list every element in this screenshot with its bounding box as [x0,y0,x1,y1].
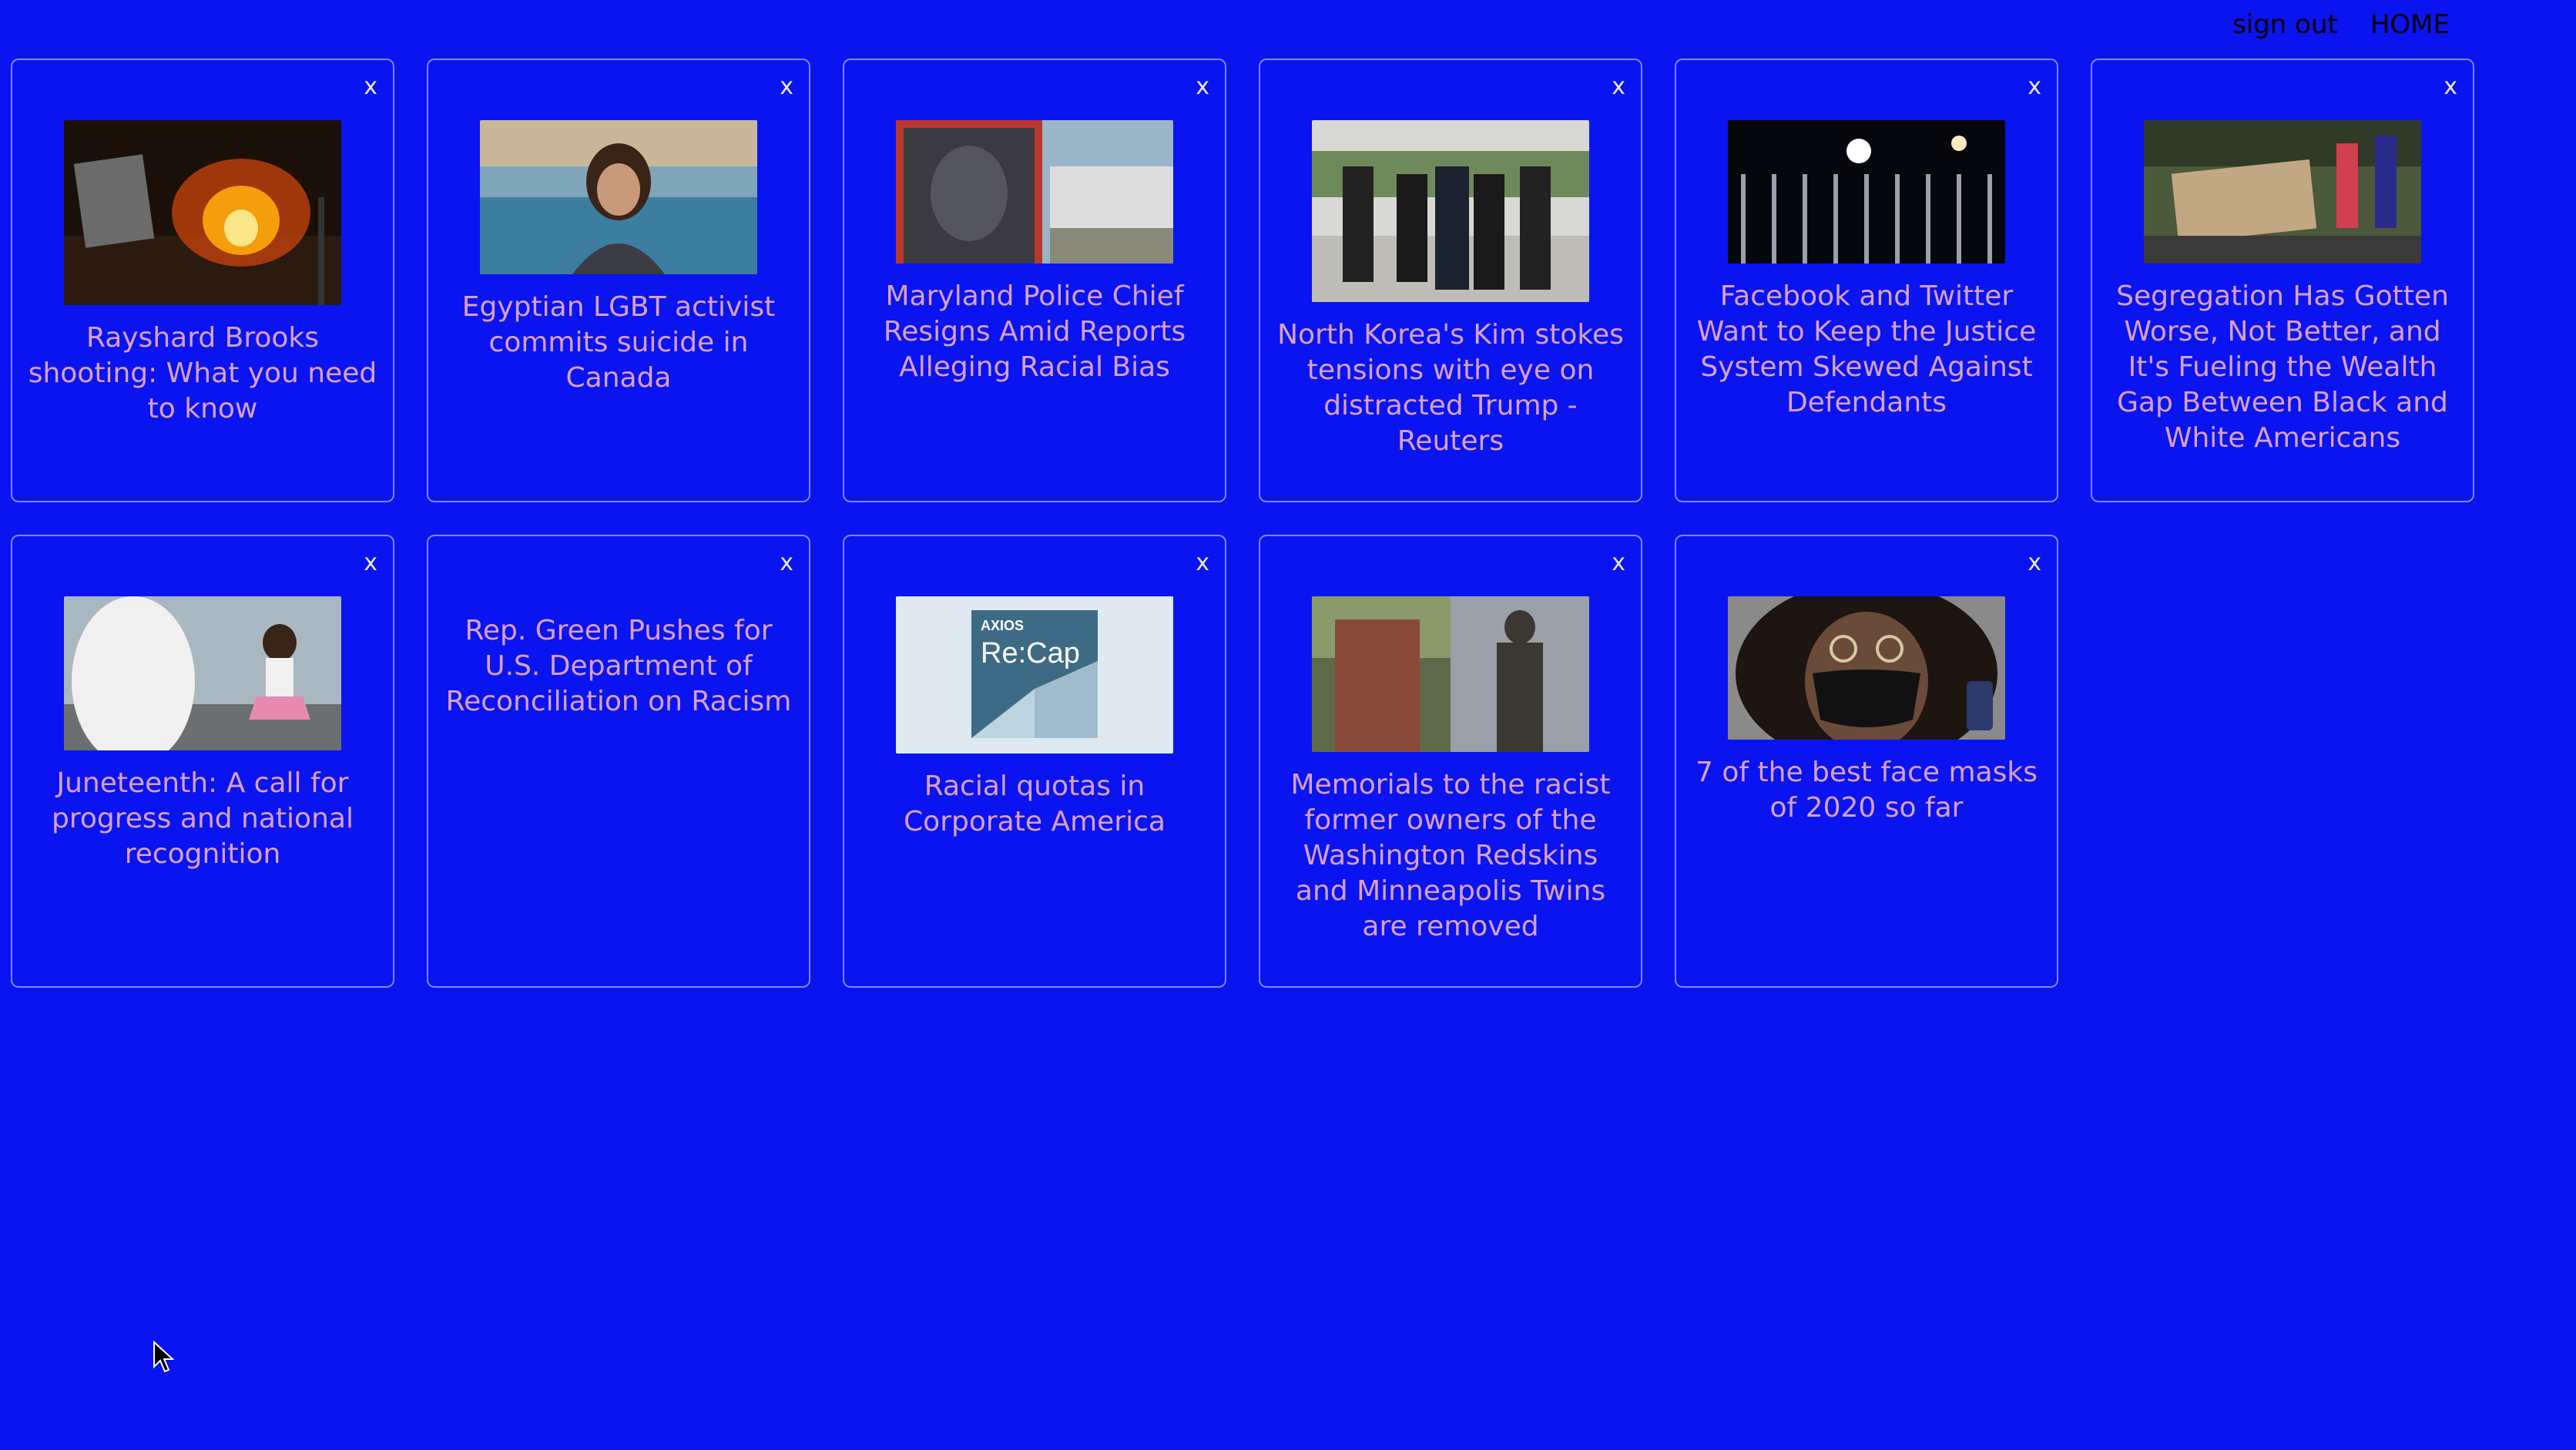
close-button[interactable]: x [1612,76,1625,99]
article-title[interactable]: Juneteenth: A call for progress and nati… [12,766,393,872]
close-button[interactable]: x [1196,76,1209,99]
article-thumbnail[interactable] [1312,596,1589,752]
article-title[interactable]: Maryland Police Chief Resigns Amid Repor… [844,279,1225,385]
axios-recap-logo[interactable]: AXIOS Re:Cap [896,596,1173,754]
close-button[interactable]: x [2028,76,2041,99]
home-link[interactable]: HOME [2370,9,2450,40]
article-title[interactable]: Memorials to the racist former owners of… [1260,767,1641,945]
article-thumbnail[interactable] [64,596,341,750]
article-title[interactable]: Facebook and Twitter Want to Keep the Ju… [1676,279,2057,421]
close-button[interactable]: x [364,552,377,575]
close-button[interactable]: x [780,76,793,99]
article-title[interactable]: 7 of the best face masks of 2020 so far [1676,755,2057,826]
article-thumbnail[interactable] [2144,120,2421,263]
top-nav: sign out HOME [2232,9,2450,40]
article-grid: x Rayshard Brooks shooting: What you nee… [11,59,2474,988]
close-button[interactable]: x [2028,552,2041,575]
article-thumbnail[interactable] [1728,596,2005,740]
close-button[interactable]: x [1612,552,1625,575]
article-card[interactable]: x Rayshard Brooks shooting: What you nee… [11,59,394,502]
article-thumbnail[interactable] [1728,120,2005,263]
article-card[interactable]: x Memorials to the racist former owners … [1259,535,1642,988]
article-card[interactable]: x Maryland Police Chief Resigns Amid Rep… [843,59,1226,502]
close-button[interactable]: x [364,76,377,99]
article-card[interactable]: x 7 of the best face masks of 2020 so fa… [1675,535,2058,988]
article-title[interactable]: Egyptian LGBT activist commits suicide i… [428,290,809,396]
article-card[interactable]: x Segregation Has Gotten Worse, Not Bett… [2091,59,2474,502]
sign-out-link[interactable]: sign out [2232,9,2338,40]
article-thumbnail[interactable] [896,120,1173,263]
close-button[interactable]: x [1196,552,1209,575]
article-title[interactable]: Rayshard Brooks shooting: What you need … [12,321,393,427]
article-title[interactable]: North Korea's Kim stokes tensions with e… [1260,317,1641,459]
article-card[interactable]: x Juneteenth: A call for progress and na… [11,535,394,988]
mouse-cursor-icon [153,1341,175,1373]
article-thumbnail[interactable] [1312,120,1589,302]
article-card[interactable]: x Facebook and Twitter Want to Keep the … [1675,59,2058,502]
article-card[interactable]: x AXIOS Re:Cap Racial quotas in Corporat… [843,535,1226,988]
recap-logo-text: Re:Cap [981,637,1080,670]
article-thumbnail[interactable] [64,120,341,305]
close-button[interactable]: x [780,552,793,575]
article-title[interactable]: Racial quotas in Corporate America [844,769,1225,840]
article-card[interactable]: x Rep. Green Pushes for U.S. Department … [427,535,810,988]
close-button[interactable]: x [2444,76,2457,99]
article-title[interactable]: Segregation Has Gotten Worse, Not Better… [2092,279,2473,456]
article-card[interactable]: x North Korea's Kim stokes tensions with… [1259,59,1642,502]
article-title[interactable]: Rep. Green Pushes for U.S. Department of… [428,613,809,720]
article-thumbnail[interactable] [480,120,757,274]
article-card[interactable]: x Egyptian LGBT activist commits suicide… [427,59,810,502]
axios-brand-text: AXIOS [981,618,1024,633]
